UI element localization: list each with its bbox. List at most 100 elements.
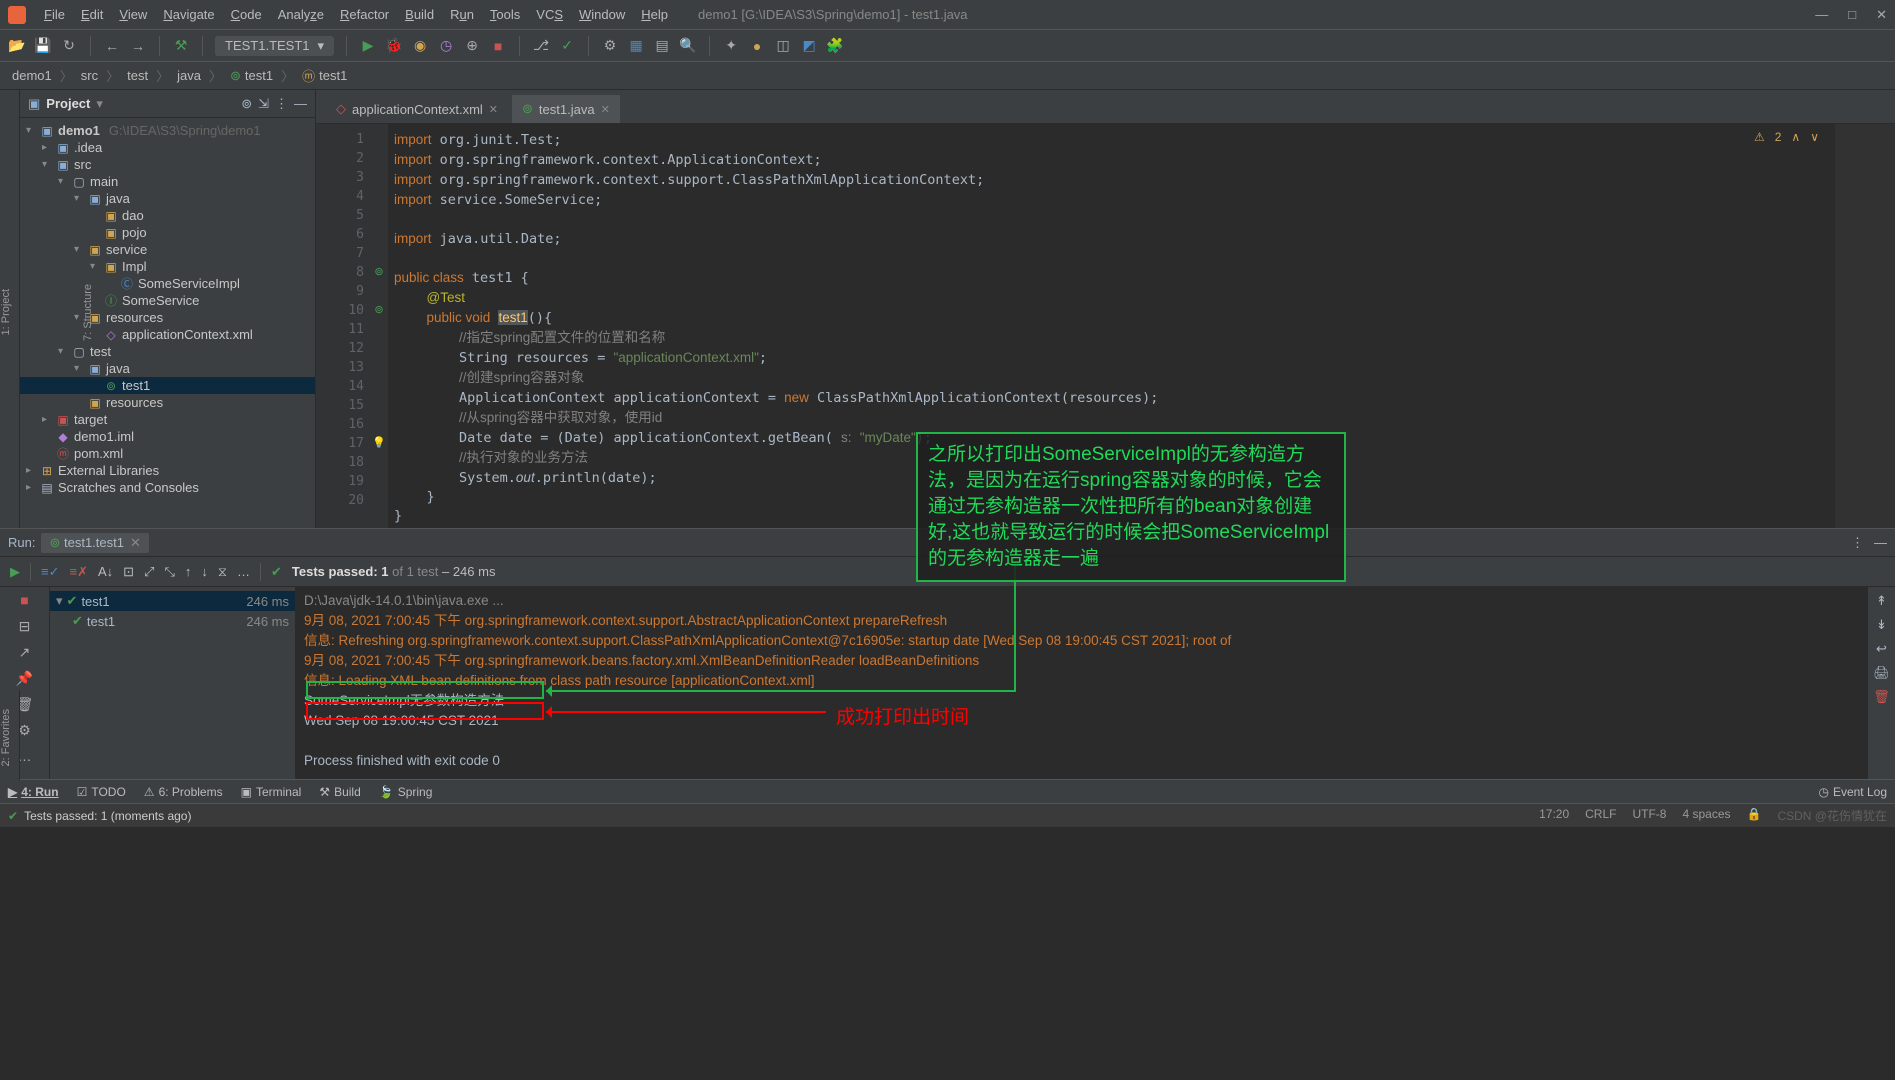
maximize-icon[interactable]: □ xyxy=(1848,7,1856,23)
layout-icon[interactable]: ⊟ xyxy=(16,617,34,635)
hide-icon[interactable]: — xyxy=(1874,535,1887,551)
plugin4-icon[interactable]: ◩ xyxy=(800,37,818,55)
tw-terminal[interactable]: ▣ Terminal xyxy=(241,785,302,799)
crumb[interactable]: src xyxy=(81,68,98,83)
menu-navigate[interactable]: Navigate xyxy=(157,5,220,24)
collapse-icon[interactable]: ⇲ xyxy=(258,96,269,112)
encoding[interactable]: UTF-8 xyxy=(1632,807,1666,824)
close-window-icon[interactable]: ✕ xyxy=(1876,7,1887,23)
test-tree[interactable]: ▾✔test1246 ms ✔test1246 ms xyxy=(50,587,296,779)
menu-build[interactable]: Build xyxy=(399,5,440,24)
save-icon[interactable]: 💾 xyxy=(34,37,52,55)
settings-icon[interactable]: ⚙ xyxy=(601,37,619,55)
menu-file[interactable]: File xyxy=(38,5,71,24)
stop-icon[interactable]: ■ xyxy=(16,591,34,609)
project-tree[interactable]: ▾▣demo1G:\IDEA\S3\Spring\demo1 ▸▣.idea ▾… xyxy=(20,118,315,528)
sync-icon[interactable]: ↻ xyxy=(60,37,78,55)
plugin1-icon[interactable]: ✦ xyxy=(722,37,740,55)
chevron-down-icon[interactable]: ▾ xyxy=(96,96,103,112)
crumb[interactable]: test xyxy=(127,68,148,83)
tw-eventlog[interactable]: ◷ Event Log xyxy=(1818,785,1887,799)
grid-icon[interactable]: ▦ xyxy=(627,37,645,55)
search-icon[interactable]: 🔍 xyxy=(679,37,697,55)
back-icon[interactable]: ← xyxy=(103,37,121,55)
hide-icon[interactable]: — xyxy=(294,96,307,111)
expand-all-icon[interactable]: ⤢ xyxy=(144,564,154,580)
indent[interactable]: 4 spaces xyxy=(1682,807,1730,824)
scroll-down-icon[interactable]: ↡ xyxy=(1876,617,1887,633)
clear-icon[interactable]: 🗑 xyxy=(1873,689,1890,705)
collapse-all-icon[interactable]: ⤡ xyxy=(164,564,174,580)
open-icon[interactable]: 📂 xyxy=(8,37,26,55)
close-icon[interactable]: ✕ xyxy=(130,535,141,550)
crumb[interactable]: java xyxy=(177,68,201,83)
tw-build[interactable]: ⚒ Build xyxy=(319,785,360,799)
history-icon[interactable]: ⧖ xyxy=(218,564,227,580)
minimap[interactable] xyxy=(1835,124,1895,528)
options-icon[interactable]: ⋮ xyxy=(1851,535,1864,551)
rerun-icon[interactable]: ▶ xyxy=(10,564,20,580)
filter-ok-icon[interactable]: ≡✓ xyxy=(41,564,59,580)
project-tool-handle[interactable]: 1: Project xyxy=(0,289,12,335)
gutter-icons[interactable]: ⊚⊚💡 xyxy=(370,124,388,528)
favorites-tool-handle[interactable]: 2: Favorites xyxy=(0,690,20,780)
menu-view[interactable]: View xyxy=(113,5,153,24)
menu-vcs[interactable]: VCS xyxy=(530,5,569,24)
attach-icon[interactable]: ⊕ xyxy=(463,37,481,55)
crumb[interactable]: test1 xyxy=(319,68,347,83)
menu-refactor[interactable]: Refactor xyxy=(334,5,395,24)
export-icon[interactable]: ↗ xyxy=(16,643,34,661)
scroll-up-icon[interactable]: ↟ xyxy=(1876,593,1887,609)
close-icon[interactable]: ✕ xyxy=(489,103,498,116)
line-sep[interactable]: CRLF xyxy=(1585,807,1616,824)
run-tab-item[interactable]: ⊚ test1.test1✕ xyxy=(41,533,148,553)
options-icon[interactable]: ⋮ xyxy=(275,96,288,112)
menu-edit[interactable]: Edit xyxy=(75,5,109,24)
run-console[interactable]: D:\Java\jdk-14.0.1\bin\java.exe ... 9月 0… xyxy=(296,587,1867,779)
crumb[interactable]: test1 xyxy=(245,68,273,83)
tw-run[interactable]: ▶ 4: Run xyxy=(8,785,59,799)
forward-icon[interactable]: → xyxy=(129,37,147,55)
prev-icon[interactable]: ↑ xyxy=(185,564,192,579)
crumb[interactable]: demo1 xyxy=(12,68,52,83)
profile-icon[interactable]: ◷ xyxy=(437,37,455,55)
tab-appcontext[interactable]: ◇applicationContext.xml✕ xyxy=(326,94,508,123)
vcs-icon[interactable]: ⎇ xyxy=(532,37,550,55)
build-icon[interactable]: ⚒ xyxy=(172,37,190,55)
pin-icon[interactable]: 📌 xyxy=(16,669,34,687)
menu-code[interactable]: Code xyxy=(225,5,268,24)
wrap-icon[interactable]: ↩ xyxy=(1876,641,1887,657)
sort-icon[interactable]: A↓ xyxy=(98,564,113,579)
menu-window[interactable]: Window xyxy=(573,5,631,24)
debug-icon[interactable]: 🐞 xyxy=(385,37,403,55)
tab-test1[interactable]: ⊚test1.java✕ xyxy=(512,93,620,123)
coverage-icon[interactable]: ◉ xyxy=(411,37,429,55)
caret-pos[interactable]: 17:20 xyxy=(1539,807,1569,824)
plugin5-icon[interactable]: 🧩 xyxy=(826,37,844,55)
next-icon[interactable]: ↓ xyxy=(201,564,208,579)
print-icon[interactable]: 🖨 xyxy=(1873,665,1890,681)
run-config-selector[interactable]: TEST1.TEST1 ▾ xyxy=(215,36,334,56)
structure-tool-handle[interactable]: 7: Structure xyxy=(82,284,94,341)
tw-todo[interactable]: ☑ TODO xyxy=(77,785,126,799)
structure-icon[interactable]: ▤ xyxy=(653,37,671,55)
menu-run[interactable]: Run xyxy=(444,5,480,24)
tw-spring[interactable]: 🍃 Spring xyxy=(379,785,433,799)
menu-tools[interactable]: Tools xyxy=(484,5,526,24)
lock-icon[interactable]: 🔒 xyxy=(1747,807,1762,824)
plugin2-icon[interactable]: ● xyxy=(748,37,766,55)
close-icon[interactable]: ✕ xyxy=(601,103,610,116)
tw-problems[interactable]: ⚠ 6: Problems xyxy=(144,785,223,799)
inspection-widget[interactable]: ⚠2 ∧ ∨ xyxy=(1748,128,1825,146)
commit-icon[interactable]: ✓ xyxy=(558,37,576,55)
run-icon[interactable]: ▶ xyxy=(359,37,377,55)
filter-fail-icon[interactable]: ≡✗ xyxy=(69,564,87,580)
minimize-icon[interactable]: — xyxy=(1815,7,1828,23)
menu-analyze[interactable]: Analyze xyxy=(272,5,330,24)
plugin3-icon[interactable]: ◫ xyxy=(774,37,792,55)
menu-help[interactable]: Help xyxy=(635,5,674,24)
stop-icon[interactable]: ■ xyxy=(489,37,507,55)
more-icon[interactable]: … xyxy=(237,564,250,579)
expand-icon[interactable]: ⊡ xyxy=(123,564,134,580)
target-icon[interactable]: ⊚ xyxy=(241,96,252,112)
